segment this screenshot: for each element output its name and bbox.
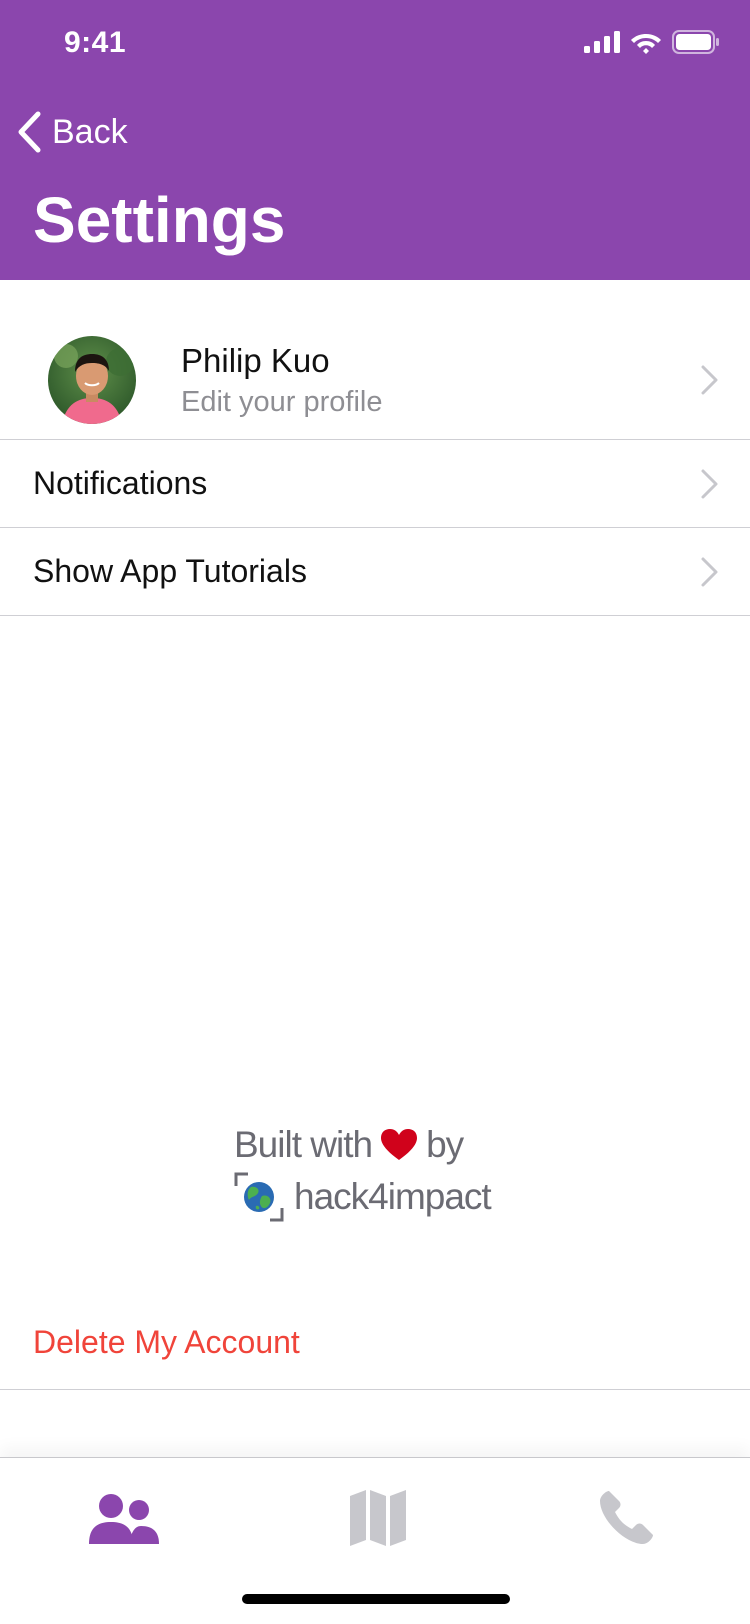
settings-list: Philip Kuo Edit your profile Notificatio… bbox=[0, 280, 750, 616]
cellular-signal-icon bbox=[584, 31, 620, 53]
tab-map[interactable] bbox=[328, 1478, 428, 1558]
credit-line: Built with by bbox=[234, 1122, 534, 1168]
delete-account-label: Delete My Account bbox=[33, 1324, 300, 1360]
battery-icon bbox=[672, 30, 719, 54]
profile-name: Philip Kuo bbox=[181, 342, 330, 379]
delete-account-row[interactable]: Delete My Account bbox=[0, 1300, 750, 1390]
status-time: 9:41 bbox=[64, 26, 127, 59]
tab-people[interactable] bbox=[74, 1478, 174, 1558]
hack4impact-logo-icon bbox=[234, 1172, 284, 1222]
heart-icon bbox=[381, 1129, 418, 1160]
page-title: Settings bbox=[33, 184, 286, 256]
back-label: Back bbox=[52, 112, 128, 151]
profile-row[interactable]: Philip Kuo Edit your profile bbox=[0, 280, 750, 440]
phone-icon bbox=[600, 1491, 653, 1544]
org-name: hack4impact bbox=[294, 1176, 492, 1217]
back-button[interactable]: Back bbox=[16, 108, 128, 156]
credit-suffix: by bbox=[426, 1124, 464, 1165]
notifications-label: Notifications bbox=[33, 465, 208, 501]
avatar bbox=[48, 336, 136, 424]
settings-screen: 9:41 Back Settings Philip Kuo Edit your … bbox=[0, 0, 750, 1624]
chevron-right-icon bbox=[701, 365, 718, 395]
chevron-left-icon bbox=[18, 111, 41, 153]
profile-subtitle: Edit your profile bbox=[181, 386, 383, 418]
show-app-tutorials-row[interactable]: Show App Tutorials bbox=[0, 528, 750, 616]
wifi-icon bbox=[631, 34, 661, 54]
avatar-image bbox=[48, 336, 136, 424]
navigation-header: 9:41 Back Settings bbox=[0, 0, 750, 280]
status-icons bbox=[584, 30, 720, 54]
org-line: hack4impact bbox=[234, 1172, 534, 1222]
notifications-row[interactable]: Notifications bbox=[0, 440, 750, 528]
people-icon bbox=[89, 1494, 159, 1544]
tab-phone[interactable] bbox=[576, 1478, 676, 1558]
map-icon bbox=[350, 1490, 406, 1546]
chevron-right-icon bbox=[701, 469, 718, 499]
chevron-right-icon bbox=[701, 557, 718, 587]
home-indicator bbox=[242, 1594, 510, 1604]
credit-prefix: Built with bbox=[234, 1124, 373, 1165]
credit-footer: Built with by hack4impact bbox=[234, 1122, 534, 1222]
show-app-tutorials-label: Show App Tutorials bbox=[33, 553, 307, 589]
